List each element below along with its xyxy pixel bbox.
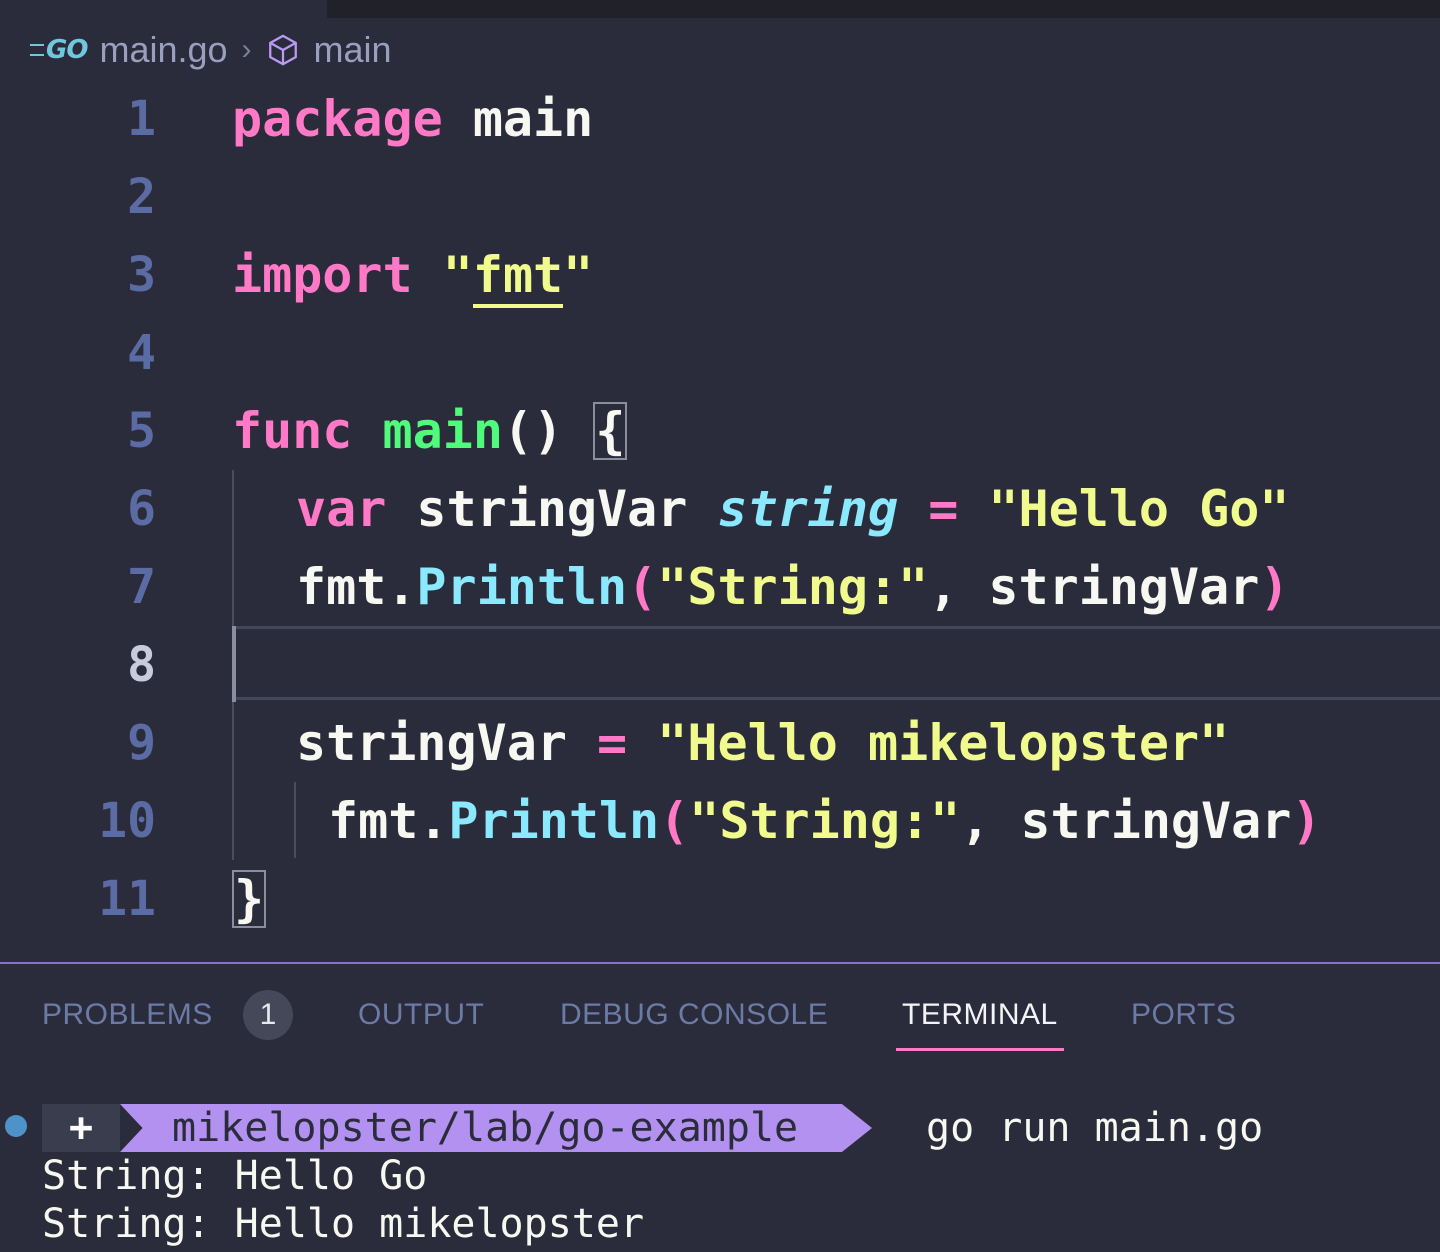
line-number: 1 (127, 91, 156, 147)
line-number: 4 (127, 325, 156, 381)
code-line-5[interactable]: 5 func main() { (0, 392, 1440, 470)
terminal-command: go run main.go (926, 1105, 1264, 1151)
code-text: func main() { (232, 402, 628, 460)
go-file-icon: GO (30, 35, 88, 65)
tab-problems[interactable]: PROBLEMS (42, 998, 213, 1032)
panel-tab-bar: PROBLEMS 1 OUTPUT DEBUG CONSOLE TERMINAL… (0, 964, 1440, 1064)
tab-output[interactable]: OUTPUT (358, 998, 484, 1032)
code-line-4[interactable]: 4 (0, 314, 1440, 392)
line-number: 10 (98, 793, 156, 849)
import-path: fmt (472, 246, 564, 308)
prompt-path: mikelopster/lab/go-example (172, 1105, 799, 1151)
matching-bracket: { (593, 402, 628, 460)
editor-tab-strip (327, 0, 1440, 18)
line-number: 8 (127, 637, 156, 693)
code-text: stringVar = "Hello mikelopster" (296, 714, 1230, 772)
code-text: } (232, 860, 267, 938)
command-status-dot[interactable] (5, 1115, 27, 1137)
code-line-8[interactable]: 8 (0, 626, 1440, 704)
problems-count-badge: 1 (243, 990, 293, 1040)
chevron-right-icon: › (241, 33, 252, 66)
code-text: package main (232, 90, 594, 148)
code-line-9[interactable]: 9 stringVar = "Hello mikelopster" (0, 704, 1440, 782)
code-line-2[interactable]: 2 (0, 158, 1440, 236)
line-number: 7 (127, 559, 156, 615)
line-number: 11 (98, 871, 156, 927)
terminal[interactable]: + mikelopster/lab/go-example go run main… (0, 1100, 1440, 1252)
line-number: 6 (127, 481, 156, 537)
breadcrumb: GO main.go › main (30, 26, 392, 74)
line-number: 2 (127, 169, 156, 225)
code-line-10[interactable]: 10 fmt.Println("String:", stringVar) (0, 782, 1440, 860)
terminal-output-line: String: Hello Go (42, 1153, 428, 1199)
code-line-3[interactable]: 3 import "fmt" (0, 236, 1440, 314)
terminal-output-line: String: Hello mikelopster (42, 1201, 645, 1247)
code-line-7[interactable]: 7 fmt.Println("String:", stringVar) (0, 548, 1440, 626)
code-line-6[interactable]: 6 var stringVar string = "Hello Go" (0, 470, 1440, 548)
code-text: fmt.Println("String:", stringVar) (296, 558, 1290, 616)
code-text: var stringVar string = "Hello Go" (296, 480, 1290, 538)
tab-ports[interactable]: PORTS (1131, 998, 1236, 1032)
breadcrumb-file[interactable]: main.go (99, 29, 227, 71)
code-line-11[interactable]: 11 } (0, 860, 1440, 938)
tab-terminal[interactable]: TERMINAL (896, 998, 1064, 1051)
breadcrumb-symbol[interactable]: main (314, 29, 392, 71)
code-text: import "fmt" (232, 236, 593, 314)
matching-bracket: } (232, 870, 267, 928)
line-number: 5 (127, 403, 156, 459)
line-number: 9 (127, 715, 156, 771)
cube-icon (268, 34, 297, 66)
code-text: fmt.Println("String:", stringVar) (328, 792, 1322, 850)
prompt-segment-plus: + (42, 1104, 120, 1152)
code-editor[interactable]: 1 package main 2 3 import "fmt" 4 5 func… (0, 80, 1440, 960)
code-line-1[interactable]: 1 package main (0, 80, 1440, 158)
title-bar (0, 0, 1440, 18)
line-number: 3 (127, 247, 156, 303)
tab-debug-console[interactable]: DEBUG CONSOLE (560, 998, 828, 1032)
